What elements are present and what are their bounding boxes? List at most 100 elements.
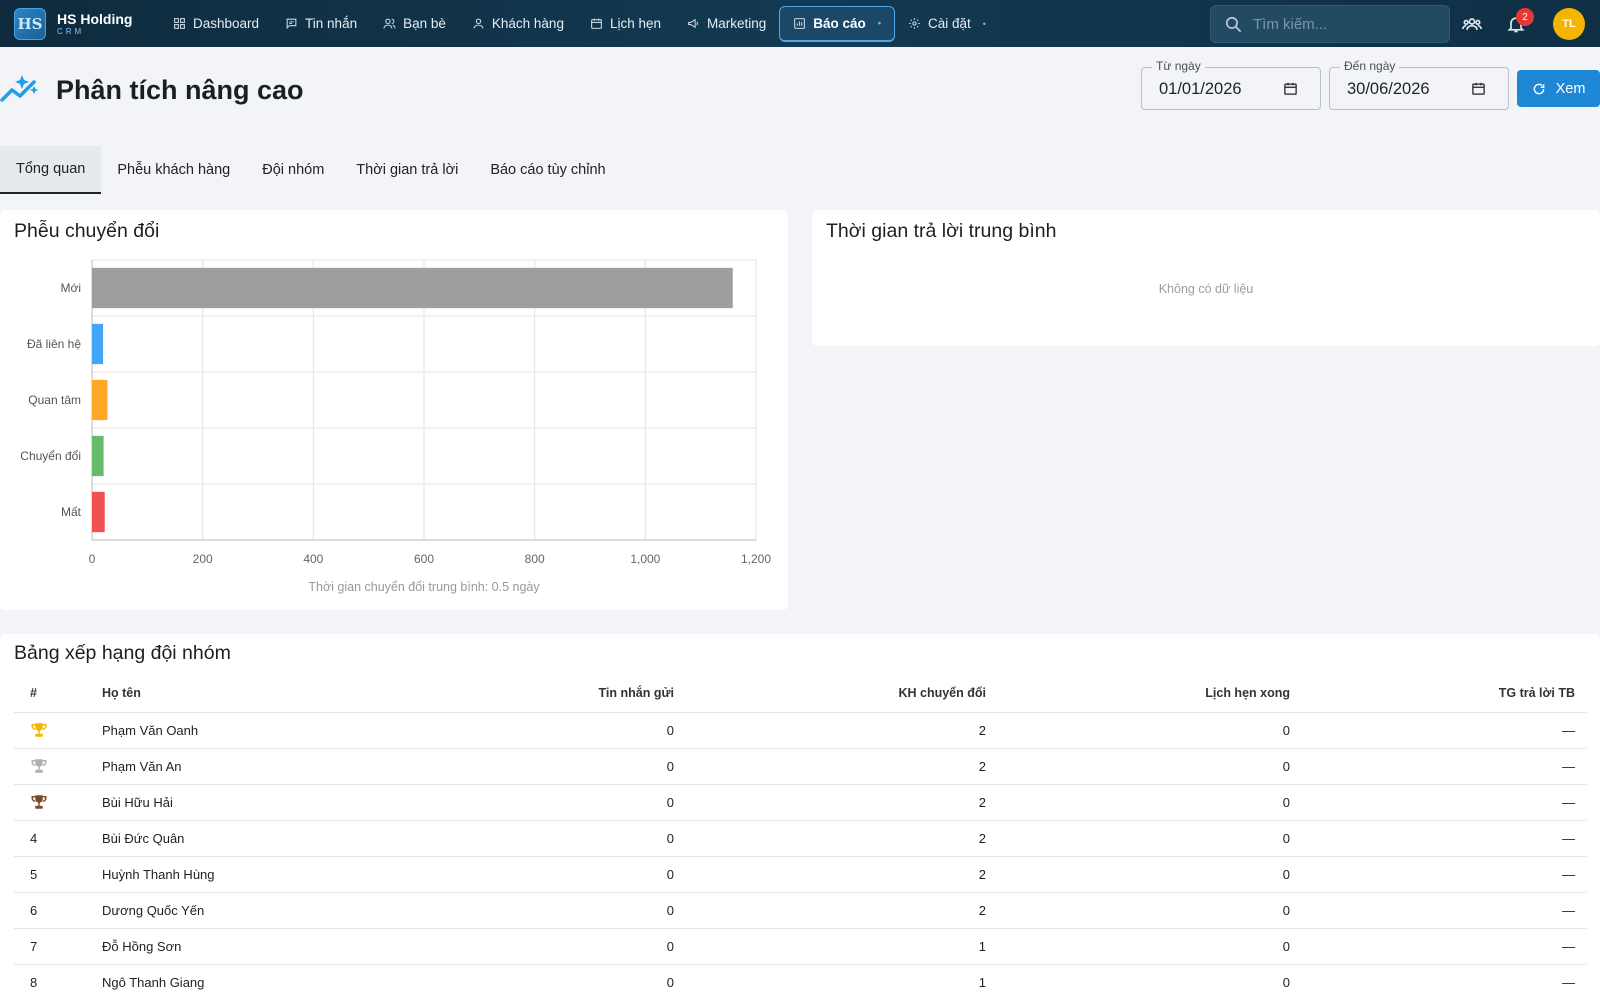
member-name: Bùi Đức Quân bbox=[90, 820, 410, 857]
y-tick-label: Quan tâm bbox=[28, 393, 81, 407]
nav-marketing[interactable]: Marketing bbox=[674, 6, 779, 42]
x-tick-label: 0 bbox=[89, 552, 96, 566]
page-title: Phân tích nâng cao bbox=[56, 74, 304, 105]
tab-custom-report[interactable]: Báo cáo tùy chỉnh bbox=[474, 146, 621, 194]
avg-response-value: — bbox=[1302, 748, 1587, 785]
rank-cell: 8 bbox=[14, 964, 90, 1000]
messages-sent-value: 0 bbox=[410, 820, 686, 857]
nav-label: Cài đặt bbox=[927, 16, 971, 31]
view-button-label: Xem bbox=[1555, 80, 1586, 97]
nav-label: Bạn bè bbox=[403, 16, 446, 31]
trophy-icon bbox=[31, 795, 47, 809]
member-name: Dương Quốc Yến bbox=[90, 892, 410, 929]
member-name: Huỳnh Thanh Hùng bbox=[90, 856, 410, 893]
x-tick-label: 400 bbox=[303, 552, 323, 566]
table-row[interactable]: 4 Bùi Đức Quân 0 2 0— bbox=[14, 820, 1587, 857]
funnel-card: Phễu chuyển đổi 0 200 400 600 800 1,000 1,200 M… bbox=[0, 210, 788, 610]
appointments-done-value: 0 bbox=[998, 964, 1302, 1000]
member-name: Ngô Thanh Giang bbox=[90, 964, 410, 1000]
messages-sent-value: 0 bbox=[410, 784, 686, 821]
appointments-done-value: 0 bbox=[998, 820, 1302, 857]
calendar-icon bbox=[591, 18, 602, 29]
search-input[interactable] bbox=[1253, 15, 1433, 33]
chevron-down-icon: • bbox=[982, 18, 986, 29]
report-tabs: Tổng quan Phễu khách hàng Đội nhóm Thời … bbox=[0, 146, 622, 194]
avg-response-value: — bbox=[1302, 820, 1587, 857]
nav-dashboard[interactable]: Dashboard bbox=[160, 6, 272, 42]
funnel-note: Thời gian chuyển đổi trung bình: 0.5 ngà… bbox=[308, 580, 540, 594]
converted-value: 2 bbox=[686, 784, 998, 821]
col-name: Họ tên bbox=[90, 674, 410, 713]
leaderboard-table: # Họ tên Tin nhắn gửi KH chuyển đổi Lịch… bbox=[14, 674, 1587, 1000]
avg-response-value: — bbox=[1302, 892, 1587, 929]
nav-customers[interactable]: Khách hàng bbox=[459, 6, 577, 42]
messages-sent-value: 0 bbox=[410, 892, 686, 929]
rank-cell: 7 bbox=[14, 928, 90, 965]
trophy-icon bbox=[31, 759, 47, 773]
col-messages-sent: Tin nhắn gửi bbox=[410, 674, 686, 713]
view-button[interactable]: Xem bbox=[1517, 70, 1600, 107]
y-tick-label: Mới bbox=[60, 281, 81, 295]
appointments-done-value: 0 bbox=[998, 784, 1302, 821]
tab-response-time[interactable]: Thời gian trả lời bbox=[340, 146, 474, 194]
chart-icon bbox=[794, 17, 806, 29]
table-row[interactable]: 5 Huỳnh Thanh Hùng 0 2 0— bbox=[14, 856, 1587, 893]
x-tick-label: 800 bbox=[525, 552, 545, 566]
x-tick-label: 1,200 bbox=[741, 552, 771, 566]
nav-settings[interactable]: Cài đặt • bbox=[895, 6, 999, 42]
empty-state: Không có dữ liệu bbox=[1158, 282, 1254, 296]
rank-cell: 5 bbox=[14, 856, 90, 893]
refresh-icon bbox=[1533, 83, 1544, 94]
nav-messages[interactable]: Tin nhắn bbox=[272, 6, 370, 42]
calendar-icon[interactable] bbox=[1471, 81, 1486, 96]
trophy-icon bbox=[31, 723, 47, 737]
table-row[interactable]: 8 Ngô Thanh Giang 0 1 0— bbox=[14, 964, 1587, 1000]
chevron-down-icon: • bbox=[877, 18, 881, 28]
appointments-done-value: 0 bbox=[998, 748, 1302, 785]
search-box[interactable] bbox=[1210, 5, 1450, 43]
page-header: Phân tích nâng cao bbox=[0, 72, 304, 108]
table-row[interactable]: 6 Dương Quốc Yến 0 2 0— bbox=[14, 892, 1587, 929]
notification-badge: 2 bbox=[1516, 8, 1534, 26]
table-row[interactable]: Bùi Hữu Hải 0 2 0— bbox=[14, 784, 1587, 821]
gear-icon bbox=[909, 18, 920, 29]
member-name: Phạm Văn Oanh bbox=[90, 712, 410, 749]
nav-reports[interactable]: Báo cáo • bbox=[779, 5, 895, 42]
team-button[interactable] bbox=[1460, 12, 1484, 36]
calendar-icon[interactable] bbox=[1283, 81, 1298, 96]
funnel-bar bbox=[92, 323, 104, 365]
col-appointments-done: Lịch hẹn xong bbox=[998, 674, 1302, 713]
to-date-field[interactable]: Đến ngày 30/06/2026 bbox=[1329, 59, 1509, 110]
col-avg-response: TG trả lời TB bbox=[1302, 674, 1587, 713]
nav-appointments[interactable]: Lịch hẹn bbox=[577, 6, 674, 42]
table-row[interactable]: 7 Đỗ Hồng Sơn 0 1 0— bbox=[14, 928, 1587, 965]
nav-label: Lịch hẹn bbox=[609, 16, 661, 31]
friends-icon bbox=[383, 18, 396, 29]
search-icon bbox=[1225, 16, 1242, 32]
table-row[interactable]: Phạm Văn Oanh 0 2 0— bbox=[14, 712, 1587, 749]
avg-response-value: — bbox=[1302, 856, 1587, 893]
tab-funnel[interactable]: Phễu khách hàng bbox=[101, 146, 246, 194]
nav-friends[interactable]: Bạn bè bbox=[370, 6, 459, 42]
tab-overview[interactable]: Tổng quan bbox=[0, 146, 102, 194]
avatar[interactable]: TL bbox=[1553, 8, 1585, 40]
x-tick-label: 200 bbox=[193, 552, 213, 566]
brand-name: HS Holding bbox=[57, 10, 133, 27]
tab-team[interactable]: Đội nhóm bbox=[246, 146, 340, 194]
appointments-done-value: 0 bbox=[998, 712, 1302, 749]
nav-label: Khách hàng bbox=[491, 16, 564, 31]
brand[interactable]: HS HS Holding CRM bbox=[0, 7, 150, 40]
member-name: Bùi Hữu Hải bbox=[90, 784, 410, 821]
response-time-card: Thời gian trả lời trung bình Không có dữ… bbox=[812, 210, 1600, 346]
table-row[interactable]: Phạm Văn An 0 2 0— bbox=[14, 748, 1587, 785]
appointments-done-value: 0 bbox=[998, 856, 1302, 893]
funnel-bar bbox=[92, 491, 105, 533]
from-date-field[interactable]: Từ ngày 01/01/2026 bbox=[1141, 59, 1321, 110]
funnel-bar bbox=[92, 267, 733, 309]
x-tick-label: 600 bbox=[414, 552, 434, 566]
messages-sent-value: 0 bbox=[410, 712, 686, 749]
messages-sent-value: 0 bbox=[410, 748, 686, 785]
avg-response-value: — bbox=[1302, 784, 1587, 821]
funnel-chart: 0 200 400 600 800 1,000 1,200 Mới Đã liên hệ Quan… bbox=[20, 259, 771, 594]
nav-label: Marketing bbox=[707, 16, 767, 31]
